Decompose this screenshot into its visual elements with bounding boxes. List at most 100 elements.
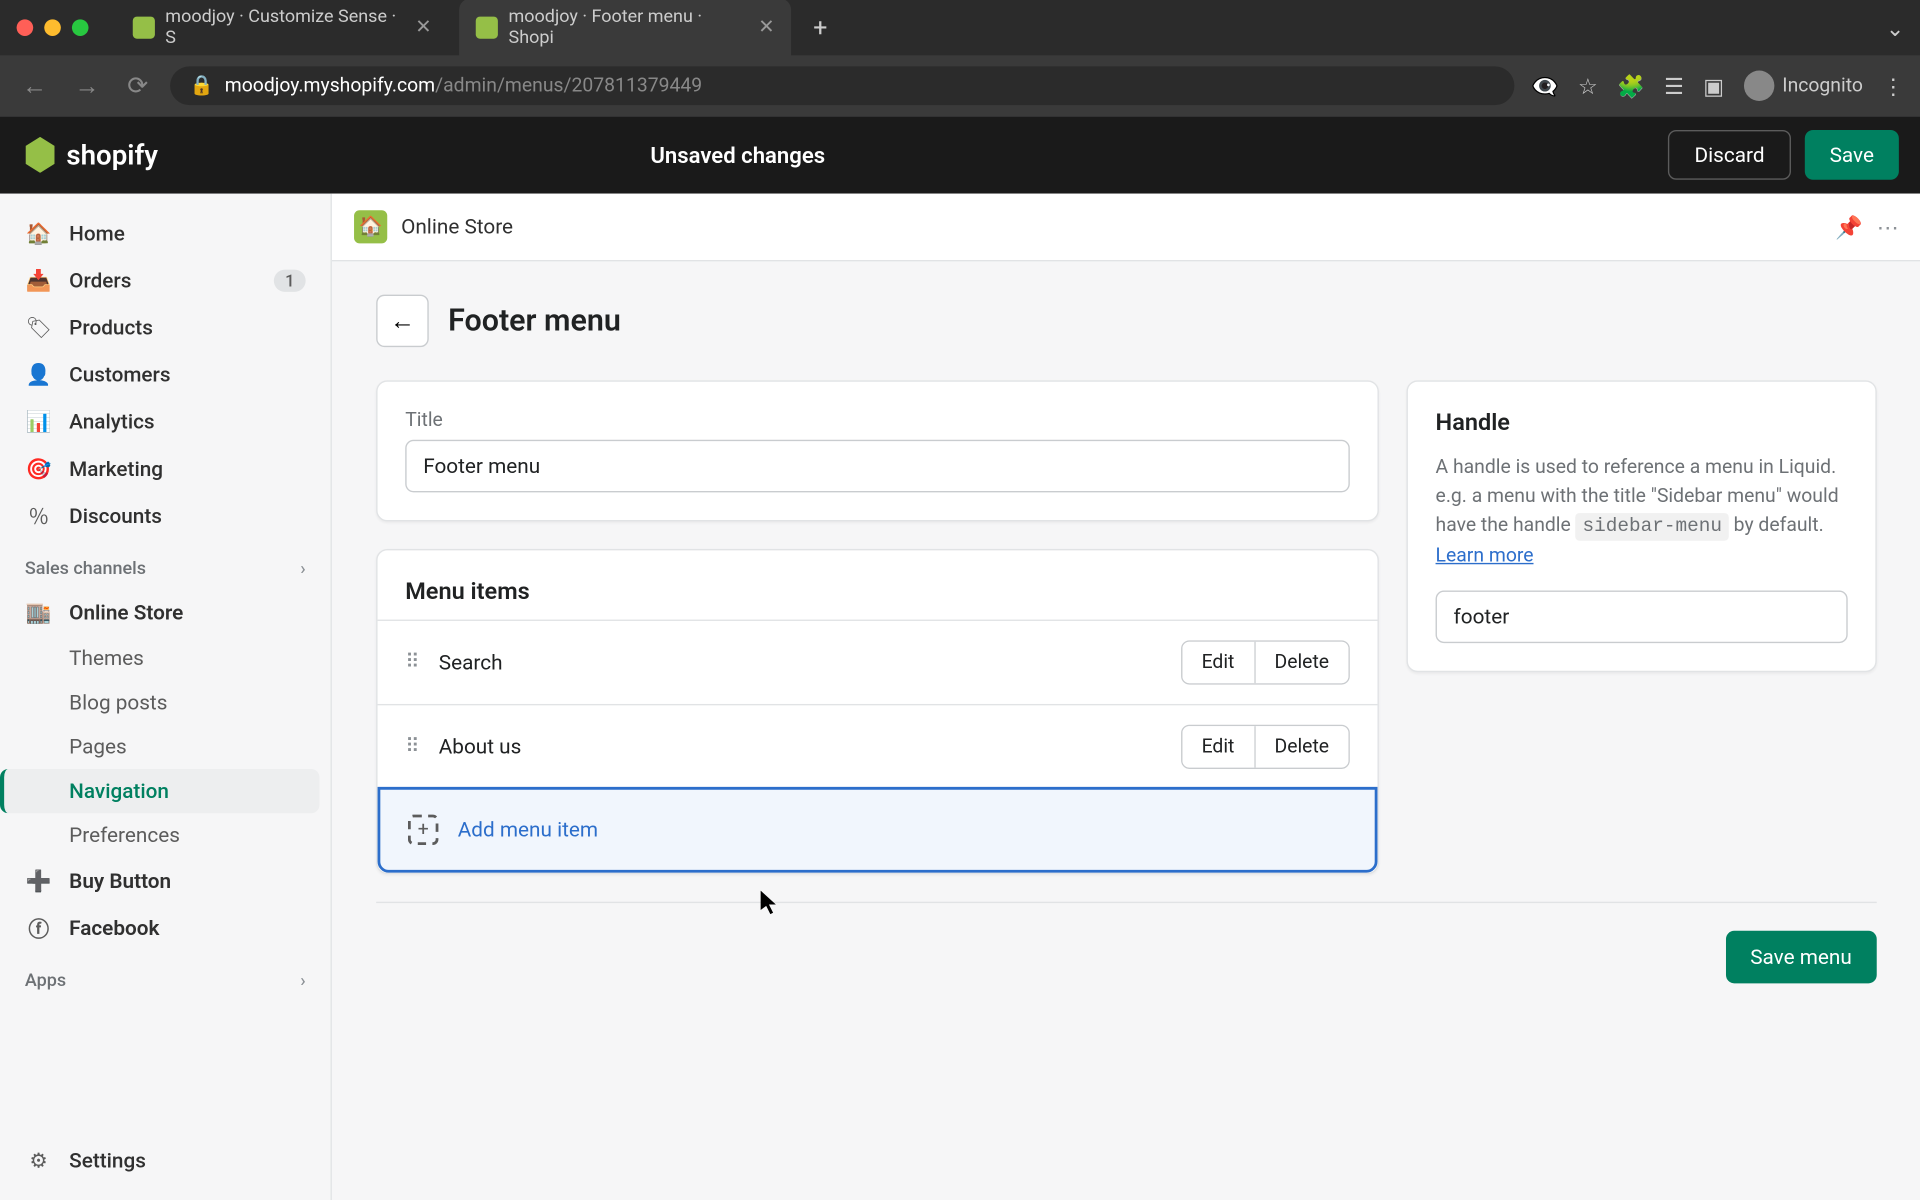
handle-input[interactable] bbox=[1436, 591, 1848, 644]
eye-off-icon[interactable]: 👁‍🗨 bbox=[1531, 73, 1559, 99]
sub-label: Pages bbox=[69, 734, 127, 759]
sidebar-item-label: Products bbox=[69, 315, 153, 340]
add-menu-item-label: Add menu item bbox=[458, 817, 598, 842]
sidebar-item-customers[interactable]: 👤 Customers bbox=[11, 351, 319, 398]
sidebar-item-label: Buy Button bbox=[69, 869, 171, 894]
heading-label: Apps bbox=[25, 971, 66, 992]
top-bar-actions: Discard Save bbox=[1668, 130, 1899, 180]
back-button[interactable]: ← bbox=[376, 295, 429, 348]
handle-heading: Handle bbox=[1436, 409, 1848, 437]
breadcrumb-bar: 🏠 Online Store 📌 ⋯ bbox=[332, 194, 1920, 262]
incognito-indicator[interactable]: Incognito bbox=[1744, 71, 1863, 101]
browser-tab-1[interactable]: moodjoy · Footer menu · Shopi ✕ bbox=[459, 0, 791, 57]
store-icon: 🏬 bbox=[25, 599, 53, 627]
online-store-icon: 🏠 bbox=[354, 210, 387, 243]
favicon-icon bbox=[476, 17, 498, 39]
save-button[interactable]: Save bbox=[1805, 130, 1899, 180]
browser-tab-0[interactable]: moodjoy · Customize Sense · S ✕ bbox=[116, 0, 448, 57]
save-menu-button[interactable]: Save menu bbox=[1725, 931, 1876, 984]
pin-icon[interactable]: 📌 bbox=[1835, 214, 1863, 240]
shopify-logo[interactable]: shopify bbox=[22, 137, 158, 173]
menu-item-actions: Edit Delete bbox=[1181, 640, 1350, 684]
handle-description: A handle is used to reference a menu in … bbox=[1436, 454, 1848, 572]
menu-item-label: Search bbox=[439, 650, 1162, 675]
products-icon: 🏷 bbox=[25, 314, 53, 342]
lock-icon: 🔒 bbox=[190, 75, 214, 97]
sidebar-item-marketing[interactable]: 🎯 Marketing bbox=[11, 445, 319, 492]
sub-label: Blog posts bbox=[69, 690, 167, 715]
sidebar-item-orders[interactable]: 📥 Orders 1 bbox=[11, 257, 319, 304]
drag-handle-icon[interactable]: ⠿ bbox=[405, 736, 419, 758]
discard-button[interactable]: Discard bbox=[1668, 130, 1791, 180]
handle-card: Handle A handle is used to reference a m… bbox=[1407, 380, 1877, 672]
star-icon[interactable]: ☆ bbox=[1578, 73, 1598, 99]
sidebar-item-label: Home bbox=[69, 221, 125, 246]
drag-handle-icon[interactable]: ⠿ bbox=[405, 651, 419, 673]
extensions-icon[interactable]: 🧩 bbox=[1617, 73, 1645, 99]
main-column: Title Menu items ⠿ Search Edit bbox=[376, 380, 1379, 874]
close-window-button[interactable] bbox=[17, 19, 34, 36]
content: 🏠 Online Store 📌 ⋯ ← Footer menu T bbox=[332, 194, 1920, 1200]
sidebar-item-label: Marketing bbox=[69, 456, 163, 481]
title-field-label: Title bbox=[405, 409, 1350, 431]
tab-title: moodjoy · Customize Sense · S bbox=[165, 7, 404, 48]
sidebar-item-buy-button[interactable]: ➕ Buy Button bbox=[11, 857, 319, 904]
sidebar-sub-themes[interactable]: Themes bbox=[11, 636, 319, 680]
browser-toolbar-icons: 👁‍🗨 ☆ 🧩 ☰ ▣ Incognito ⋮ bbox=[1531, 71, 1904, 101]
sidebar-item-online-store[interactable]: 🏬 Online Store bbox=[11, 589, 319, 636]
sidebar-item-home[interactable]: 🏠 Home bbox=[11, 210, 319, 257]
side-column: Handle A handle is used to reference a m… bbox=[1407, 380, 1877, 672]
sidebar-heading-apps[interactable]: Apps › bbox=[11, 952, 319, 1002]
edit-button[interactable]: Edit bbox=[1182, 642, 1255, 683]
close-tab-icon[interactable]: ✕ bbox=[415, 17, 431, 39]
minimize-window-button[interactable] bbox=[44, 19, 61, 36]
sidebar-heading-sales-channels[interactable]: Sales channels › bbox=[11, 539, 319, 589]
sidebar-item-label: Settings bbox=[69, 1148, 146, 1173]
new-tab-button[interactable]: + bbox=[802, 8, 838, 48]
sidebar-item-analytics[interactable]: 📊 Analytics bbox=[11, 398, 319, 445]
sidebar-sub-navigation[interactable]: Navigation bbox=[0, 769, 319, 813]
favicon-icon bbox=[133, 17, 154, 39]
reading-list-icon[interactable]: ☰ bbox=[1664, 73, 1684, 99]
sidebar-item-discounts[interactable]: ％ Discounts bbox=[11, 492, 319, 539]
window-controls bbox=[17, 19, 89, 36]
page-title: Footer menu bbox=[448, 304, 621, 339]
url-input[interactable]: 🔒 moodjoy.myshopify.com/admin/menus/2078… bbox=[170, 66, 1514, 105]
sidebar-sub-pages[interactable]: Pages bbox=[11, 725, 319, 769]
side-panel-icon[interactable]: ▣ bbox=[1703, 73, 1724, 99]
layout-row: Title Menu items ⠿ Search Edit bbox=[376, 380, 1877, 874]
url-path: /admin/menus/207811379449 bbox=[435, 75, 702, 97]
tab-list-dropdown[interactable]: ⌄ bbox=[1886, 15, 1905, 41]
learn-more-link[interactable]: Learn more bbox=[1436, 545, 1534, 567]
sidebar: 🏠 Home 📥 Orders 1 🏷 Products 👤 Customers… bbox=[0, 194, 332, 1200]
more-menu-icon[interactable]: ⋮ bbox=[1882, 73, 1904, 99]
back-button[interactable]: ← bbox=[17, 66, 53, 106]
delete-button[interactable]: Delete bbox=[1255, 642, 1348, 683]
orders-icon: 📥 bbox=[25, 267, 53, 295]
edit-button[interactable]: Edit bbox=[1182, 726, 1255, 767]
breadcrumb-label[interactable]: Online Store bbox=[401, 214, 513, 239]
incognito-label: Incognito bbox=[1782, 75, 1863, 97]
close-tab-icon[interactable]: ✕ bbox=[758, 17, 774, 39]
sidebar-item-settings[interactable]: ⚙ Settings bbox=[11, 1137, 319, 1184]
title-input[interactable] bbox=[405, 440, 1350, 493]
shopify-app: shopify Unsaved changes Discard Save 🏠 H… bbox=[0, 116, 1920, 1200]
title-card: Title bbox=[376, 380, 1379, 521]
reload-button[interactable]: ⟳ bbox=[122, 66, 154, 106]
sidebar-sub-preferences[interactable]: Preferences bbox=[11, 813, 319, 857]
more-icon[interactable]: ⋯ bbox=[1877, 214, 1899, 240]
menu-item-row: ⠿ Search Edit Delete bbox=[378, 620, 1378, 704]
forward-button[interactable]: → bbox=[69, 66, 105, 106]
sidebar-sub-blog-posts[interactable]: Blog posts bbox=[11, 680, 319, 724]
delete-button[interactable]: Delete bbox=[1255, 726, 1348, 767]
heading-label: Sales channels bbox=[25, 559, 146, 580]
sidebar-item-products[interactable]: 🏷 Products bbox=[11, 304, 319, 351]
menu-item-actions: Edit Delete bbox=[1181, 725, 1350, 769]
buy-button-icon: ➕ bbox=[25, 867, 53, 895]
incognito-icon bbox=[1744, 71, 1774, 101]
sidebar-item-facebook[interactable]: ⓕ Facebook bbox=[11, 904, 319, 951]
logo-text: shopify bbox=[66, 138, 158, 171]
breadcrumb-actions: 📌 ⋯ bbox=[1835, 214, 1899, 240]
maximize-window-button[interactable] bbox=[72, 19, 89, 36]
add-menu-item-button[interactable]: + Add menu item bbox=[378, 787, 1378, 873]
